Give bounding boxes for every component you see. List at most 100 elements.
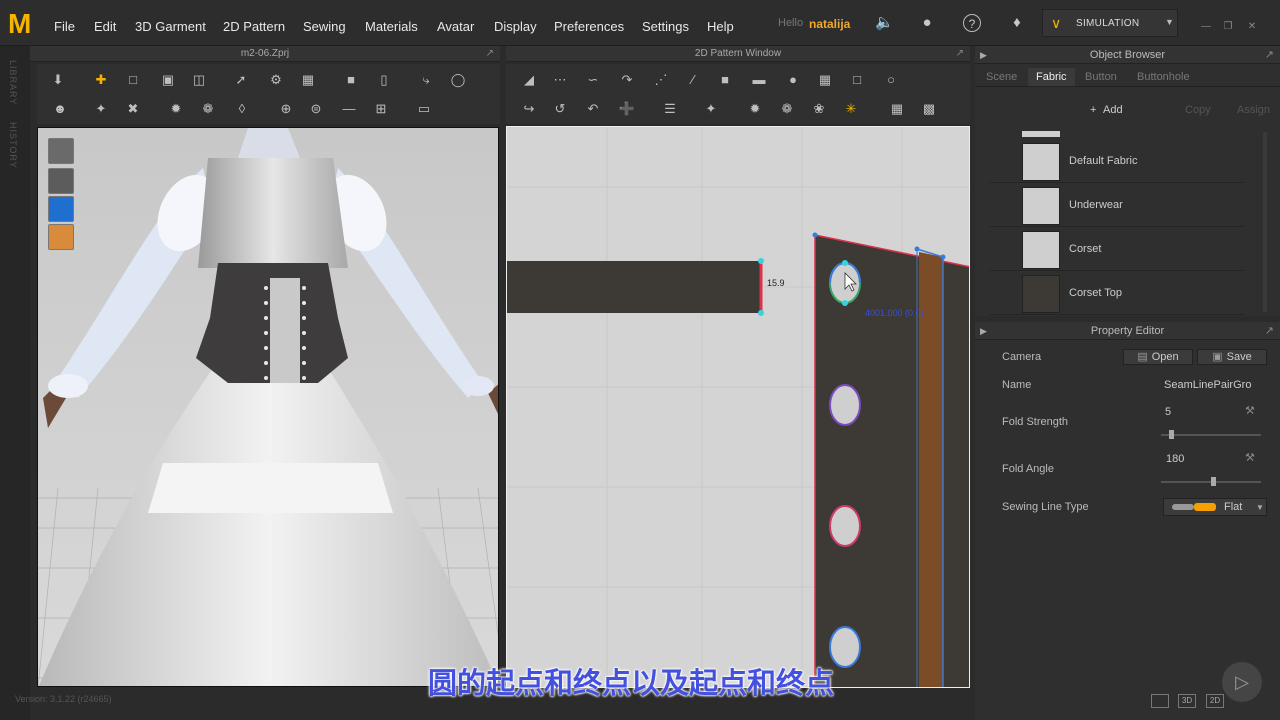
edit-curve-icon[interactable]: ∽ — [584, 71, 602, 89]
fabric-item-corset[interactable]: Corset — [990, 227, 1245, 271]
tab-button[interactable]: Button — [1085, 68, 1117, 86]
simulation-mode-dropdown[interactable]: ∨ SIMULATION ▼ — [1042, 9, 1178, 37]
buttonhole-icon[interactable]: ⊜ — [307, 100, 325, 118]
copy-button[interactable]: Copy — [1185, 104, 1211, 116]
minimize-icon[interactable]: — — [1200, 22, 1212, 32]
shirt-icon[interactable]: ▦ — [299, 71, 317, 89]
tape-icon[interactable]: ◯ — [449, 71, 467, 89]
menu-settings[interactable]: Settings — [642, 19, 689, 34]
free-sewing-icon[interactable]: ✹ — [746, 100, 764, 118]
name-field[interactable]: SeamLinePairGro — [1164, 379, 1251, 391]
trace-icon[interactable]: ↪ — [520, 100, 538, 118]
button-icon[interactable]: ⊕ — [277, 100, 295, 118]
save-button[interactable]: ▣ Save — [1197, 349, 1267, 365]
wrench-icon[interactable]: ⚒ — [1245, 451, 1255, 464]
collapse-icon[interactable]: ▶ — [980, 46, 987, 64]
speaker-icon[interactable]: 🔈 — [875, 14, 894, 32]
grading-icon[interactable]: ▩ — [920, 100, 938, 118]
zipper-icon[interactable]: ⊞ — [372, 100, 390, 118]
transform-icon[interactable]: ✚ — [92, 71, 110, 89]
fold-angle-slider[interactable] — [1161, 477, 1261, 486]
fold-strength-value[interactable]: 5 — [1165, 406, 1171, 418]
expand-icon[interactable]: ↗ — [1265, 322, 1274, 340]
select-box-icon[interactable]: □ — [124, 71, 142, 89]
garment-back-icon[interactable]: ▯ — [375, 71, 393, 89]
slider-knob[interactable] — [1169, 430, 1174, 439]
menu-sewing[interactable]: Sewing — [303, 19, 346, 34]
rectangle-icon[interactable]: ▬ — [750, 71, 768, 89]
add-point-icon[interactable]: ⋰ — [652, 71, 670, 89]
menu-file[interactable]: File — [54, 19, 75, 34]
fold-strength-slider[interactable] — [1161, 430, 1261, 439]
avatar-pose-icon[interactable]: ☻ — [51, 100, 69, 118]
menu-edit[interactable]: Edit — [94, 19, 116, 34]
polygon-icon[interactable]: ■ — [716, 71, 734, 89]
3d-viewport[interactable] — [37, 127, 499, 687]
wrench-icon[interactable]: ⚒ — [1245, 404, 1255, 417]
tab-scene[interactable]: Scene — [986, 68, 1017, 86]
menu-materials[interactable]: Materials — [365, 19, 418, 34]
slider-knob[interactable] — [1211, 477, 1216, 486]
internal-polygon-icon[interactable]: ▦ — [816, 71, 834, 89]
collapse-icon[interactable]: ▶ — [980, 322, 987, 340]
view-2d-icon[interactable]: 2D — [1206, 694, 1224, 708]
restore-icon[interactable]: ❐ — [1222, 22, 1234, 32]
avatar-skin-icon[interactable] — [48, 224, 74, 250]
history-tab[interactable]: HISTORY — [8, 122, 18, 169]
cut-icon[interactable]: ✖ — [124, 100, 142, 118]
menu-avatar[interactable]: Avatar — [437, 19, 474, 34]
help-icon[interactable]: ? — [963, 14, 981, 32]
segment-icon[interactable]: ∕ — [684, 71, 702, 89]
scrollbar[interactable] — [1263, 132, 1267, 312]
stitch-icon[interactable]: ❁ — [199, 100, 217, 118]
m-n-sewing-icon[interactable]: ❁ — [778, 100, 796, 118]
move-down-icon[interactable]: ⬇ — [49, 71, 67, 89]
garment-toggle-icon[interactable] — [48, 138, 74, 164]
zigzag-icon[interactable]: ◊ — [233, 100, 251, 118]
check-sewing-icon[interactable]: ❀ — [810, 100, 828, 118]
layout-icon[interactable] — [1151, 694, 1169, 708]
internal-circle-icon[interactable]: ○ — [882, 71, 900, 89]
avatar-toggle-icon[interactable] — [48, 168, 74, 194]
play-icon[interactable]: ▷ — [1222, 662, 1262, 702]
edit-sewing-icon[interactable]: ✳ — [842, 100, 860, 118]
sewing-line-type-dropdown[interactable]: Flat ▼ — [1163, 498, 1267, 516]
fold-icon[interactable]: ◫ — [190, 71, 208, 89]
dart-icon[interactable]: ↶ — [584, 100, 602, 118]
fabric-item-corset-top[interactable]: Corset Top — [990, 271, 1245, 315]
expand-icon[interactable]: ↗ — [956, 46, 964, 62]
transform-pattern-icon[interactable]: ◢ — [520, 71, 538, 89]
pin-icon[interactable]: ⤷ — [417, 71, 435, 89]
menu-display[interactable]: Display — [494, 19, 537, 34]
scale-icon[interactable]: ▣ — [159, 71, 177, 89]
close-icon[interactable]: ✕ — [1246, 22, 1258, 32]
annotation-icon[interactable]: ▦ — [888, 100, 906, 118]
segment-sewing-icon[interactable]: ✦ — [702, 100, 720, 118]
fusible-icon[interactable]: ☰ — [661, 100, 679, 118]
tab-buttonhole[interactable]: Buttonhole — [1137, 68, 1190, 86]
circle-icon[interactable]: ● — [784, 71, 802, 89]
fabric-item-underwear[interactable]: Underwear — [990, 183, 1245, 227]
fold-arrange-icon[interactable]: ⚙ — [267, 71, 285, 89]
library-tab[interactable]: LIBRARY — [8, 60, 18, 105]
tab-fabric[interactable]: Fabric — [1028, 68, 1075, 86]
user-name[interactable]: natalija — [809, 17, 850, 31]
measure-icon[interactable]: ▭ — [415, 100, 433, 118]
menu-2d-pattern[interactable]: 2D Pattern — [223, 19, 285, 34]
share-icon[interactable]: ♦ — [1008, 14, 1026, 32]
expand-icon[interactable]: ↗ — [486, 46, 494, 62]
internal-rectangle-icon[interactable]: □ — [848, 71, 866, 89]
expand-icon[interactable]: ↗ — [1265, 46, 1274, 64]
garment-front-icon[interactable]: ■ — [342, 71, 360, 89]
offset-icon[interactable]: ↺ — [551, 100, 569, 118]
pleat-icon[interactable]: ➕ — [618, 100, 636, 118]
menu-preferences[interactable]: Preferences — [554, 19, 624, 34]
fabric-toggle-icon[interactable] — [48, 196, 74, 222]
add-button[interactable]: Add — [1103, 104, 1123, 116]
pin-tool-icon[interactable]: ✦ — [92, 100, 110, 118]
user-icon[interactable]: ● — [918, 14, 936, 32]
sew-icon[interactable]: ✹ — [167, 100, 185, 118]
assign-button[interactable]: Assign — [1237, 104, 1270, 116]
fold-angle-value[interactable]: 180 — [1166, 453, 1184, 465]
brush-icon[interactable]: ➚ — [232, 71, 250, 89]
